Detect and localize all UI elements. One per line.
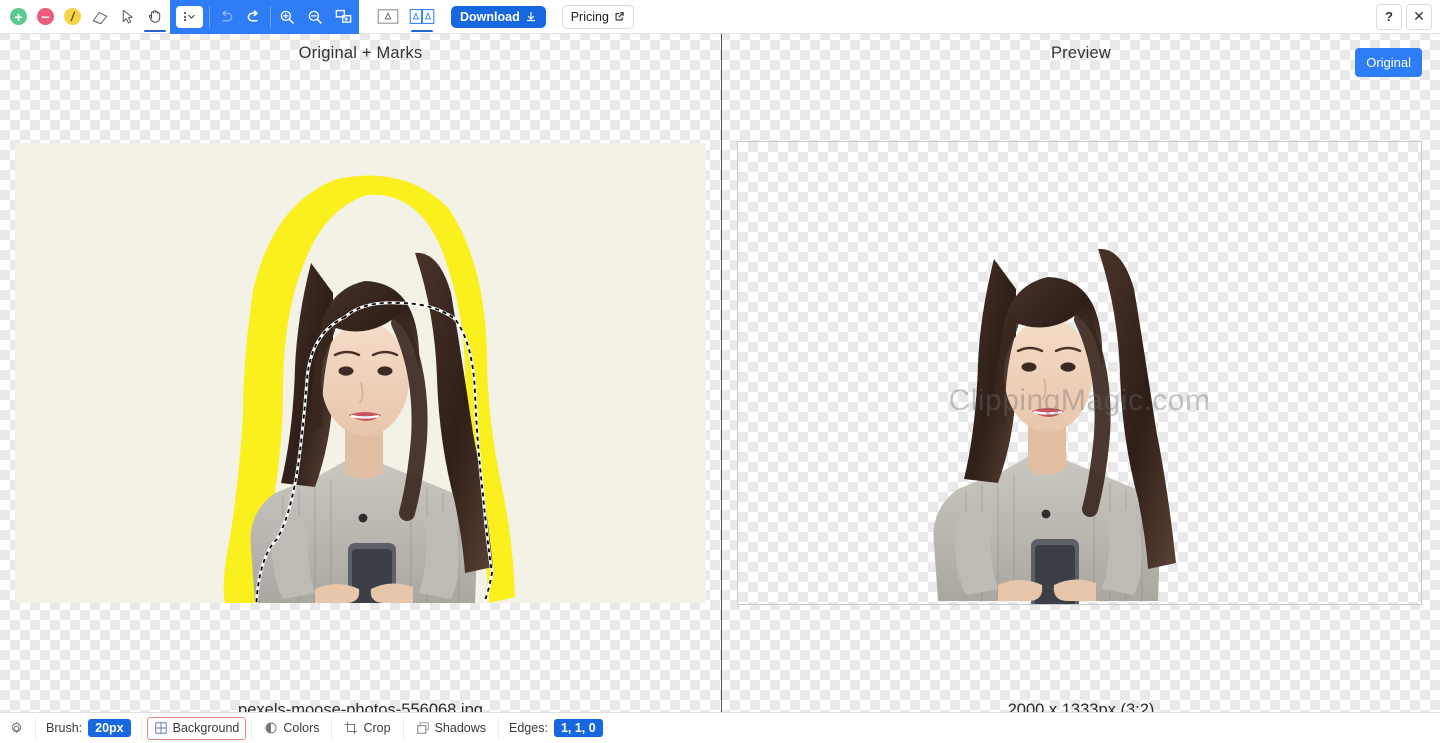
add-foreground-tool[interactable]: +	[5, 1, 32, 33]
crop-button[interactable]: Crop	[337, 717, 397, 740]
toolbar-divider	[209, 5, 210, 28]
preview-image-canvas[interactable]: ClippingMagic.com	[737, 141, 1422, 605]
editor-stage: Original + Marks pexels-moose-photos-556…	[0, 34, 1440, 743]
background-button-label: Background	[172, 721, 240, 735]
brush-label: Brush:	[46, 721, 83, 735]
tool-options-menu-button[interactable]	[176, 5, 203, 28]
redo-icon	[247, 9, 258, 21]
zoom-out-icon	[308, 10, 322, 24]
settings-button[interactable]	[9, 721, 24, 736]
brush-size-value[interactable]: 20px	[88, 719, 131, 737]
hair-tool[interactable]: /	[59, 1, 86, 33]
bottom-divider	[402, 717, 404, 739]
bottom-divider	[331, 717, 333, 739]
toolbar-divider	[270, 5, 271, 28]
download-icon	[526, 11, 535, 21]
top-toolbar: + − / Download Pricing ? ✕	[0, 0, 1440, 34]
edges-value[interactable]: 1, 1, 0	[553, 719, 603, 737]
pointer-tool[interactable]	[113, 1, 140, 33]
undo-button[interactable]	[212, 1, 240, 33]
zoom-out-button[interactable]	[301, 1, 329, 33]
bottom-divider	[35, 717, 36, 739]
bottom-divider	[251, 717, 253, 739]
pan-tool[interactable]	[140, 1, 170, 33]
help-button-label: ?	[1385, 9, 1393, 24]
single-view-icon	[377, 9, 399, 24]
download-button-label: Download	[460, 9, 520, 24]
original-panel-title: Original + Marks	[298, 44, 423, 62]
colors-button-label: Colors	[283, 721, 320, 735]
cursor-arrow-icon	[122, 9, 133, 23]
minus-circle-icon: −	[37, 8, 54, 25]
clipping-magic-editor: + − / Download Pricing ? ✕ Original + Ma…	[0, 0, 1440, 743]
fit-to-screen-icon	[335, 9, 351, 23]
eraser-tool[interactable]	[86, 1, 113, 33]
plus-circle-icon: +	[10, 8, 27, 25]
shadows-icon	[416, 722, 429, 734]
original-image-canvas[interactable]	[15, 143, 706, 603]
split-view-icon	[409, 9, 435, 24]
preview-cutout-image	[933, 248, 1176, 604]
external-link-icon	[615, 12, 624, 21]
brush-tools-group: + − /	[0, 0, 170, 34]
edges-control[interactable]: Edges: 1, 1, 0	[504, 719, 608, 737]
bottom-divider	[498, 717, 500, 739]
gear-icon	[11, 721, 22, 733]
colors-button[interactable]: Colors	[257, 717, 326, 740]
slash-circle-icon: /	[64, 8, 81, 25]
split-view-button[interactable]	[407, 1, 437, 33]
contrast-circle-icon	[265, 722, 277, 734]
remove-background-tool[interactable]: −	[32, 1, 59, 33]
eraser-icon	[92, 11, 107, 24]
zoom-in-button[interactable]	[273, 1, 301, 33]
shadows-button-label: Shadows	[434, 721, 487, 735]
active-view-underline	[411, 29, 433, 32]
preview-panel-title: Preview	[1050, 44, 1112, 62]
fit-to-screen-button[interactable]	[329, 1, 357, 33]
history-zoom-group	[170, 0, 359, 34]
active-tool-underline	[144, 29, 166, 32]
pricing-link[interactable]: Pricing	[561, 4, 634, 29]
crop-icon	[345, 721, 358, 735]
single-view-button[interactable]	[373, 1, 403, 33]
background-grid-icon	[154, 722, 167, 734]
close-button[interactable]: ✕	[1406, 3, 1432, 30]
original-image-with-marks	[15, 143, 706, 603]
bottom-divider	[140, 717, 142, 739]
crop-button-label: Crop	[363, 721, 391, 735]
pricing-link-label: Pricing	[570, 9, 609, 24]
background-button[interactable]: Background	[146, 716, 247, 740]
preview-panel: Preview Original ClippingMagic.com 2000 …	[722, 34, 1440, 743]
hand-icon	[148, 10, 160, 23]
three-dots-icon	[183, 12, 186, 21]
window-controls: ? ✕	[1372, 3, 1440, 30]
close-icon: ✕	[1413, 8, 1425, 24]
zoom-in-icon	[280, 10, 294, 24]
panel-divider[interactable]	[721, 34, 722, 743]
shadows-button[interactable]: Shadows	[409, 717, 493, 740]
download-button[interactable]: Download	[451, 5, 546, 28]
original-toggle-button[interactable]: Original	[1355, 48, 1422, 77]
redo-button[interactable]	[240, 1, 268, 33]
view-mode-group	[359, 0, 437, 34]
original-panel: Original + Marks pexels-moose-photos-556…	[0, 34, 721, 743]
chevron-down-icon	[187, 14, 195, 19]
bottom-toolbar: Brush: 20px Background Colors Crop Shado…	[0, 712, 1440, 743]
undo-icon	[222, 9, 233, 21]
help-button[interactable]: ?	[1376, 3, 1402, 30]
edges-label: Edges:	[509, 721, 548, 735]
brush-size-control[interactable]: Brush: 20px	[41, 719, 136, 737]
